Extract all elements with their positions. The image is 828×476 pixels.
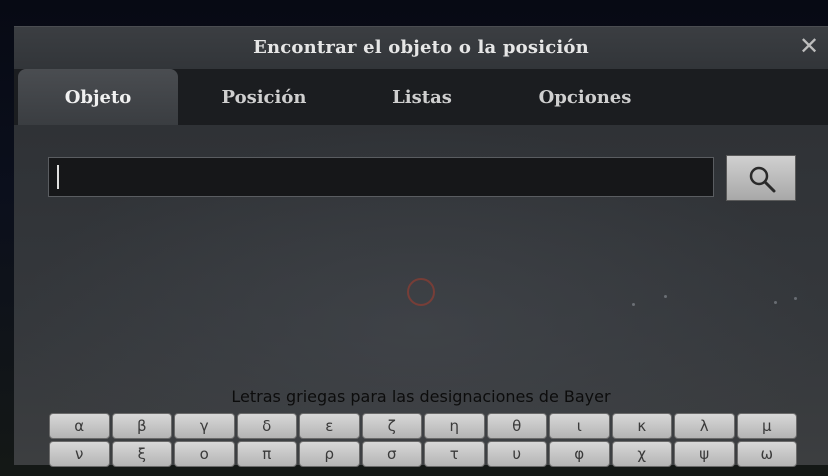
tab-opciones[interactable]: Opciones bbox=[510, 69, 660, 125]
greek-key-rho[interactable]: ρ bbox=[299, 441, 360, 467]
find-dialog: Encontrar el objeto o la posición ✕ Obje… bbox=[14, 26, 828, 467]
greek-key-zeta[interactable]: ζ bbox=[361, 413, 422, 439]
greek-key-kappa[interactable]: κ bbox=[611, 413, 672, 439]
greek-key-pi[interactable]: π bbox=[236, 441, 297, 467]
greek-key-chi[interactable]: χ bbox=[611, 441, 672, 467]
tab-objeto[interactable]: Objeto bbox=[18, 69, 178, 125]
greek-key-omicron[interactable]: ο bbox=[174, 441, 235, 467]
greek-key-gamma[interactable]: γ bbox=[174, 413, 235, 439]
dialog-title: Encontrar el objeto o la posición bbox=[253, 37, 589, 58]
greek-key-eta[interactable]: η bbox=[424, 413, 485, 439]
greek-letters-label: Letras griegas para las designaciones de… bbox=[231, 387, 611, 406]
text-caret bbox=[57, 165, 59, 189]
greek-key-iota[interactable]: ι bbox=[549, 413, 610, 439]
greek-key-theta[interactable]: θ bbox=[486, 413, 547, 439]
selection-marker bbox=[407, 278, 435, 306]
search-button[interactable] bbox=[726, 155, 796, 201]
star bbox=[774, 301, 777, 304]
greek-key-upsilon[interactable]: υ bbox=[486, 441, 547, 467]
greek-key-delta[interactable]: δ bbox=[236, 413, 297, 439]
object-panel: Letras griegas para las designaciones de… bbox=[14, 125, 828, 467]
greek-key-beta[interactable]: β bbox=[111, 413, 172, 439]
star bbox=[664, 295, 667, 298]
greek-key-psi[interactable]: ψ bbox=[674, 441, 735, 467]
tab-posicion[interactable]: Posición bbox=[194, 69, 334, 125]
dialog-titlebar[interactable]: Encontrar el objeto o la posición ✕ bbox=[14, 27, 828, 69]
greek-key-mu[interactable]: μ bbox=[736, 413, 797, 439]
object-search-input[interactable] bbox=[48, 157, 714, 197]
greek-letter-keyboard: α β γ δ ε ζ η θ ι κ λ μ ν ξ ο π ρ σ τ υ … bbox=[49, 413, 797, 467]
close-button[interactable]: ✕ bbox=[796, 33, 822, 59]
star bbox=[632, 303, 635, 306]
search-icon bbox=[749, 166, 776, 193]
greek-key-phi[interactable]: φ bbox=[549, 441, 610, 467]
tab-listas[interactable]: Listas bbox=[362, 69, 482, 125]
greek-key-alpha[interactable]: α bbox=[49, 413, 110, 439]
greek-key-xi[interactable]: ξ bbox=[111, 441, 172, 467]
greek-key-tau[interactable]: τ bbox=[424, 441, 485, 467]
greek-key-omega[interactable]: ω bbox=[736, 441, 797, 467]
greek-key-sigma[interactable]: σ bbox=[361, 441, 422, 467]
tab-bar: Objeto Posición Listas Opciones bbox=[14, 69, 828, 125]
greek-key-epsilon[interactable]: ε bbox=[299, 413, 360, 439]
greek-key-nu[interactable]: ν bbox=[49, 441, 110, 467]
star bbox=[794, 297, 797, 300]
greek-key-lambda[interactable]: λ bbox=[674, 413, 735, 439]
